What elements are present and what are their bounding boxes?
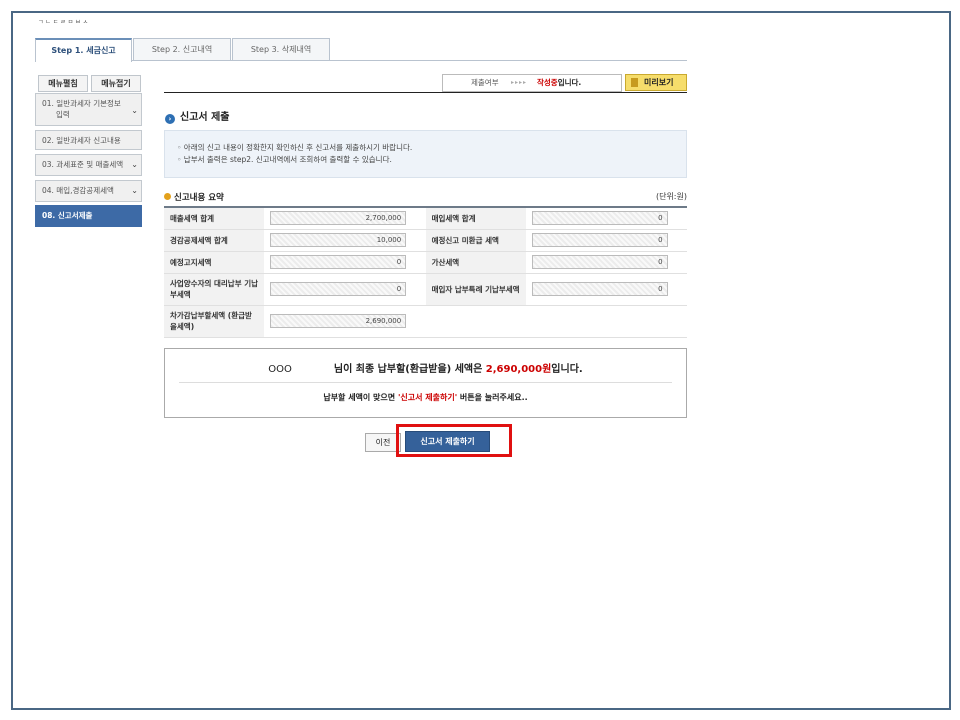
document-icon (631, 78, 638, 87)
sidebar-item-label: 08. 신고서제출 (42, 211, 93, 220)
sidebar-item-label: 04. 매입,경감공제세액 (42, 186, 114, 195)
row-label: 예정고지세액 (164, 251, 265, 274)
sidebar-item-basic-info[interactable]: 01. 일반과세자 기본정보 입력 ⌄ (35, 93, 142, 126)
result-box: OOO 님이 최종 납부할(환급받을) 세액은 2,690,000원입니다. 납부… (164, 348, 687, 418)
table-row: 예정고지세액 0 가산세액 0 (164, 251, 687, 274)
table-row: 경감공제세액 합계 10,000 예정신고 미환급 세액 0 (164, 229, 687, 252)
highlight-box (396, 424, 512, 457)
summary-table: 매출세액 합계 2,700,000 매입세액 합계 0 경감공제세액 합계 10… (164, 206, 687, 338)
status-bar: 제출여부 ▸▸▸▸ 작성중입니다. 미리보기 (164, 74, 687, 93)
bullet-icon (164, 193, 171, 200)
divider (179, 382, 672, 383)
status-value: 작성중입니다. (537, 75, 581, 91)
menu-expand-button[interactable]: 메뉴펼침 (38, 75, 88, 92)
status-suffix: 입니다. (557, 78, 582, 87)
final-amount: 2,690,000원 (485, 364, 552, 375)
submission-status: 제출여부 ▸▸▸▸ 작성중입니다. (442, 74, 622, 92)
confirm-message: 납부할 세액이 맞으면 '신고서 제출하기' 버튼을 눌러주세요.. (165, 392, 686, 403)
sidebar-item-label: 01. 일반과세자 기본정보 (42, 99, 121, 108)
row-label: 차가감납부할세액 (환급받을세액) (164, 305, 265, 338)
chevron-down-icon: ⌄ (131, 186, 138, 195)
menu-collapse-button[interactable]: 메뉴접기 (91, 75, 141, 92)
table-row: 사업양수자의 대리납부 기납부세액 0 매입자 납부특례 기납부세액 0 (164, 273, 687, 306)
row-label: 매출세액 합계 (164, 207, 265, 230)
sidebar-item-report-content[interactable]: 02. 일반과세자 신고내용 (35, 130, 142, 150)
sidebar-item-label: 03. 과세표준 및 매출세액 (42, 160, 124, 169)
step-tabs: Step 1. 세금신고 Step 2. 신고내역 Step 3. 삭제내역 (35, 38, 687, 62)
sidebar-item-label-line2: 입력 (56, 110, 70, 119)
unrefunded-tax-field: 0 (531, 233, 668, 247)
header-small-text: ㄱ ㄴ ㄷ ㄹ ㅁ ㅂ ㅅ (38, 19, 89, 26)
status-value-text: 작성중 (537, 78, 558, 87)
tab-step1[interactable]: Step 1. 세금신고 (35, 38, 132, 62)
proxy-payment-field: 0 (270, 282, 407, 296)
chevron-down-icon: ⌄ (131, 105, 138, 115)
confirm-text-2: 버튼을 눌러주세요.. (457, 393, 528, 402)
status-arrows: ▸▸▸▸ (511, 79, 528, 86)
preview-button[interactable]: 미리보기 (625, 74, 687, 91)
tab-step2[interactable]: Step 2. 신고내역 (133, 38, 231, 60)
tab-step3[interactable]: Step 3. 삭제내역 (232, 38, 330, 60)
row-label: 사업양수자의 대리납부 기납부세액 (164, 273, 265, 306)
sidebar-item-purchase-deduction[interactable]: 04. 매입,경감공제세액 ⌄ (35, 180, 142, 202)
final-tax-message: OOO 님이 최종 납부할(환급받을) 세액은 2,690,000원입니다. (165, 360, 686, 375)
user-name: OOO (268, 364, 292, 375)
row-label: 매입세액 합계 (425, 207, 526, 230)
info-line-1: ◦ 아래의 신고 내용이 정확한지 확인하신 후 신고서를 제출하시기 바랍니다… (177, 143, 413, 152)
table-row: 차가감납부할세액 (환급받을세액) 2,690,000 (164, 305, 687, 338)
status-label: 제출여부 (471, 78, 499, 87)
section-title-text: 신고서 제출 (180, 112, 230, 123)
section-title: › 신고서 제출 (165, 108, 229, 124)
purchase-tax-total-field: 0 (531, 211, 668, 226)
row-label: 매입자 납부특례 기납부세액 (425, 273, 526, 306)
sidebar-item-label: 02. 일반과세자 신고내용 (42, 136, 121, 145)
preview-label: 미리보기 (644, 78, 674, 87)
row-label: 예정신고 미환급 세액 (425, 229, 526, 252)
info-line-2: ◦ 납부서 출력은 step2. 신고내역에서 조회하여 출력할 수 있습니다. (177, 155, 392, 164)
result-text-2: 입니다. (551, 364, 583, 375)
summary-title: 신고내용 요약 (164, 191, 224, 203)
summary-title-text: 신고내용 요약 (174, 193, 224, 203)
buyer-special-field: 0 (531, 282, 668, 296)
sales-tax-total-field: 2,700,000 (270, 211, 407, 226)
sidebar-item-tax-base[interactable]: 03. 과세표준 및 매출세액 ⌄ (35, 154, 142, 176)
notified-tax-field: 0 (270, 255, 407, 269)
sidebar-item-submit-report[interactable]: 08. 신고서제출 (35, 205, 142, 227)
unit-label: (단위:원) (655, 192, 687, 201)
row-label: 가산세액 (425, 251, 526, 274)
info-box: ◦ 아래의 신고 내용이 정확한지 확인하신 후 신고서를 제출하시기 바랍니다… (164, 130, 687, 178)
confirm-quote: '신고서 제출하기' (397, 393, 458, 402)
arrow-circle-icon: › (165, 114, 175, 124)
deduction-total-field: 10,000 (270, 233, 407, 247)
result-text-1: 님이 최종 납부할(환급받을) 세액은 (333, 364, 486, 375)
confirm-text-1: 납부할 세액이 맞으면 (323, 393, 398, 402)
table-row: 매출세액 합계 2,700,000 매입세액 합계 0 (164, 207, 687, 230)
additional-tax-field: 0 (531, 255, 668, 269)
row-label: 경감공제세액 합계 (164, 229, 265, 252)
chevron-down-icon: ⌄ (131, 160, 138, 169)
net-payable-field: 2,690,000 (270, 314, 407, 328)
